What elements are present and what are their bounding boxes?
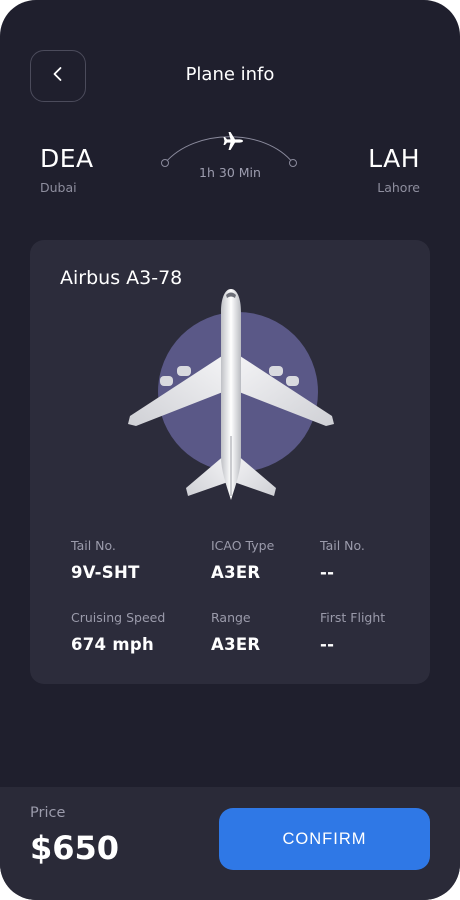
spec-tail-no-2: Tail No. -- [320, 538, 365, 582]
spec-label: Tail No. [71, 538, 116, 553]
spec-range: Range A3ER [211, 610, 260, 654]
spec-label: Range [211, 610, 251, 625]
plane-info-screen: Plane info DEA Dubai LAH Lahore 1h 30 Mi… [0, 0, 460, 900]
spec-tail-no: Tail No. 9V-SHT [71, 538, 140, 582]
spec-cruising-speed: Cruising Speed 674 mph [71, 610, 165, 654]
page-title: Plane info [185, 64, 275, 85]
spec-value: -- [320, 563, 335, 582]
confirm-button[interactable]: CONFIRM [219, 808, 430, 870]
spec-label: Tail No. [320, 538, 365, 553]
origin-city: Dubai [40, 180, 77, 195]
plane-info-card: Airbus A3-78 Tail No. 9V-SHT ICAO Type A… [30, 240, 430, 684]
spec-value: 9V-SHT [71, 563, 140, 582]
price-label: Price [30, 805, 66, 821]
spec-first-flight: First Flight -- [320, 610, 385, 654]
plane-icon [223, 132, 243, 150]
price-value: $650 [30, 829, 120, 867]
checkout-bar: Price $650 CONFIRM [0, 787, 460, 900]
flight-duration: 1h 30 Min [199, 165, 261, 180]
spec-value: A3ER [211, 635, 261, 654]
spec-value: A3ER [211, 563, 261, 582]
spec-label: ICAO Type [211, 538, 275, 553]
spec-label: First Flight [320, 610, 386, 625]
spec-label: Cruising Speed [71, 610, 166, 625]
spec-value: -- [320, 635, 335, 654]
spec-value: 674 mph [71, 635, 155, 654]
destination-city: Lahore [377, 180, 420, 195]
airplane-illustration [128, 289, 334, 500]
spec-icao-type: ICAO Type A3ER [211, 538, 274, 582]
